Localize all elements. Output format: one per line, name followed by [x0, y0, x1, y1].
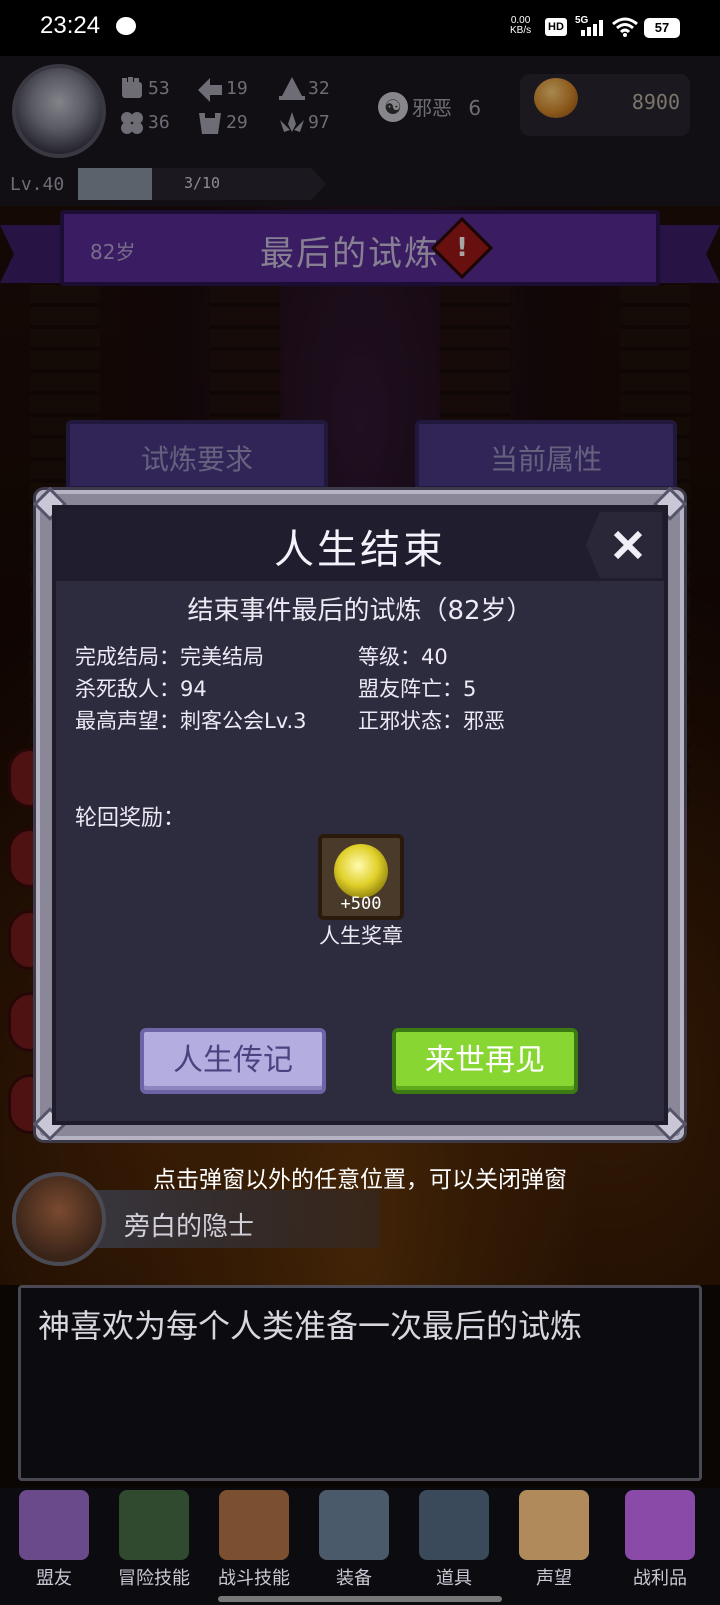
cat-notification-icon: [116, 17, 136, 35]
close-button[interactable]: [586, 512, 662, 578]
close-hint: 点击弹窗以外的任意位置，可以关闭弹窗: [153, 1167, 567, 1193]
nav-label: 盟友: [36, 1568, 72, 1589]
chest-icon: [625, 1490, 695, 1560]
reward-item[interactable]: +500: [318, 834, 404, 920]
highest-reputation: 最高声望：刺客公会Lv.3: [75, 709, 307, 733]
nav-label: 战利品: [633, 1568, 687, 1589]
alignment-result: 正邪状态：邪恶: [358, 709, 505, 733]
next-life-button[interactable]: 来世再见: [392, 1028, 578, 1094]
handshake-icon: [19, 1490, 89, 1560]
nav-label: 道具: [436, 1568, 472, 1589]
nav-label: 战斗技能: [218, 1568, 290, 1589]
signal-label: 5G: [575, 15, 589, 26]
nav-label: 冒险技能: [118, 1568, 190, 1589]
nav-equipment[interactable]: 装备: [304, 1490, 404, 1590]
status-bar: 23:24 0.00 KB/s HD 5G 57: [0, 0, 720, 56]
reward-label: 轮回奖励：: [75, 806, 186, 831]
life-biography-button[interactable]: 人生传记: [140, 1028, 326, 1094]
nav-items[interactable]: 道具: [404, 1490, 504, 1590]
nav-label: 声望: [536, 1568, 572, 1589]
scroll-icon: [519, 1490, 589, 1560]
hd-icon: HD: [545, 18, 567, 36]
wifi-icon: [612, 17, 638, 37]
network-speed: 0.00 KB/s: [510, 16, 531, 36]
narrator-avatar: [12, 1172, 106, 1266]
book-icon: [119, 1490, 189, 1560]
modal-title: 人生结束: [274, 527, 446, 573]
nav-combat-skills[interactable]: 战斗技能: [204, 1490, 304, 1590]
reward-quantity: +500: [340, 894, 382, 914]
life-medal-icon: [334, 844, 388, 898]
allies-fallen: 盟友阵亡：5: [358, 677, 477, 701]
close-icon: [613, 530, 643, 560]
narrator-name: 旁白的隐士: [124, 1212, 255, 1242]
network-speed-unit: KB/s: [510, 25, 532, 36]
nav-allies[interactable]: 盟友: [4, 1490, 104, 1590]
bag-icon: [419, 1490, 489, 1560]
status-time: 23:24: [40, 12, 101, 39]
swords-icon: [319, 1490, 389, 1560]
nav-loot[interactable]: 战利品: [610, 1490, 710, 1590]
nav-adventure-skills[interactable]: 冒险技能: [104, 1490, 204, 1590]
cellular-signal-icon: 5G: [575, 15, 603, 36]
home-indicator[interactable]: [218, 1596, 502, 1602]
reward-name: 人生奖章: [319, 924, 403, 948]
battery-icon: 57: [644, 18, 680, 38]
nav-reputation[interactable]: 声望: [504, 1490, 604, 1590]
final-level: 等级：40: [358, 645, 448, 669]
ending-result: 完成结局：完美结局: [75, 645, 264, 669]
enemies-killed: 杀死敌人：94: [75, 677, 207, 701]
dialog-text: 神喜欢为每个人类准备一次最后的试炼: [38, 1307, 583, 1345]
end-event-summary: 结束事件最后的试炼（82岁）: [187, 596, 533, 626]
backpack-icon: [219, 1490, 289, 1560]
nav-label: 装备: [336, 1568, 372, 1589]
